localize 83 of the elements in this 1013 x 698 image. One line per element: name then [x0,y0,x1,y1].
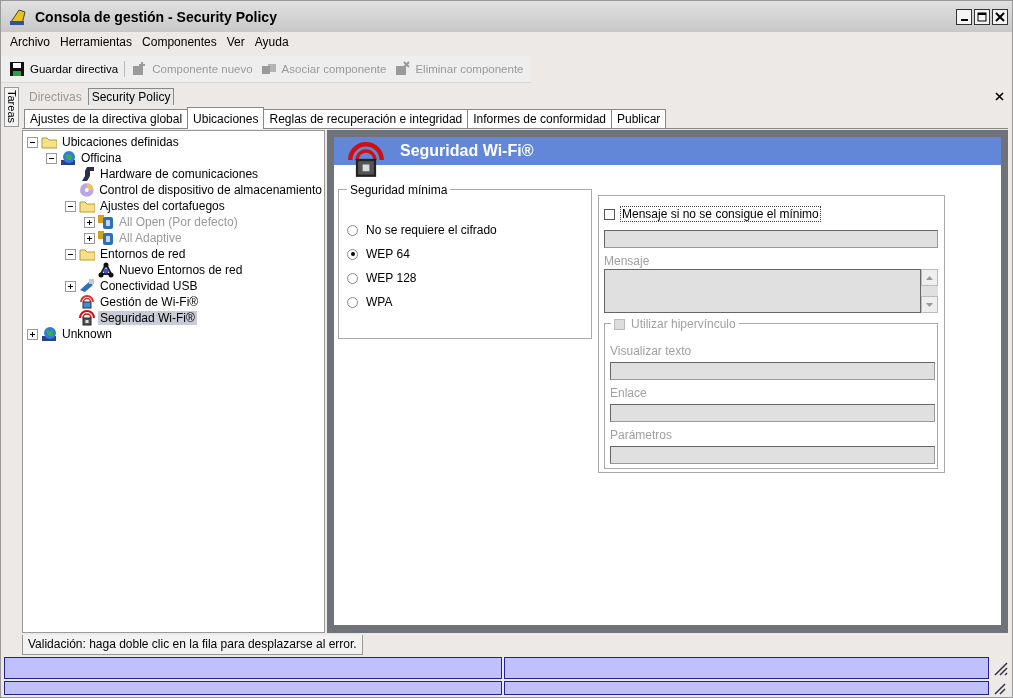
folder-icon [41,134,57,150]
minimize-icon [960,19,968,21]
tree-item[interactable]: Unknown [60,327,115,341]
delete-icon [394,61,411,77]
toolbar-button[interactable]: Guardar directiva [7,61,121,77]
tab[interactable]: Informes de conformidad [467,109,612,128]
tree-item[interactable]: Control de dispositivo de almacenamiento [97,183,324,197]
input-field[interactable] [604,230,938,248]
menu-item[interactable]: Archivo [10,35,50,51]
link-icon [260,61,277,77]
tab[interactable]: Reglas de recuperación e integridad [263,109,469,128]
tree-item[interactable]: Seguridad Wi-Fi® [98,311,197,325]
radio-label: No se requiere el cifrado [366,223,497,237]
network-icon [98,262,114,278]
maximize-icon [977,11,987,22]
checkbox[interactable] [614,318,625,330]
field-label: Enlace [610,386,648,401]
checkbox-label: Mensaje si no se consigue el mínimo [621,207,820,221]
tree-item[interactable]: Conectividad USB [98,279,200,293]
tree-item[interactable]: Nuevo Entornos de red [117,263,245,277]
validation-tab[interactable]: Validación: haga doble clic en la fila para desplazarse al error. [22,635,363,655]
window-title: Consola de gestión - Security Policy [35,8,278,25]
disc-icon [78,182,95,198]
globe-icon [60,150,76,166]
tab[interactable]: Publicar [611,109,667,128]
close-button[interactable] [992,8,1008,25]
wifi-lock-icon [348,142,384,178]
radio-label: WEP 64 [366,247,410,261]
tree-item[interactable]: Ajustes del cortafuegos [98,199,227,213]
usb-icon [79,278,95,294]
collapse-icon[interactable] [27,136,38,148]
group-title: Seguridad mínima [347,183,451,197]
expand-icon[interactable] [27,328,38,340]
input-field[interactable] [610,362,935,380]
menu-item[interactable]: Ayuda [254,35,289,51]
field-label: Mensaje [604,254,651,269]
up-arrow-icon [926,275,933,280]
hardware-icon [79,166,95,182]
globe-icon [41,326,57,342]
collapse-icon[interactable] [65,200,76,212]
field-label: Visualizar texto [610,344,693,359]
tree-item[interactable]: Gestión de Wi-Fi® [98,295,201,309]
new-icon [131,61,148,77]
save-icon [9,61,25,77]
document-tab[interactable]: Security Policy [87,88,175,105]
down-arrow-icon [926,302,933,307]
menu-item[interactable]: Componentes [142,35,217,51]
minimize-button[interactable] [956,8,972,25]
maximize-button[interactable] [974,8,990,25]
message-field[interactable] [604,269,921,313]
radio-button[interactable] [347,296,358,308]
radio-label: WEP 128 [366,271,417,285]
tree-item[interactable]: Officina [79,151,124,165]
firewall-icon [98,230,114,246]
tab[interactable]: Ajustes de la directiva global [24,109,189,128]
firewall-icon [98,214,114,230]
folder-icon [79,198,95,214]
menu-item[interactable]: Herramientas [60,35,133,51]
folder-icon [79,246,95,262]
side-tab[interactable]: Tareas [4,87,19,127]
tree-item[interactable]: Ubicaciones definidas [60,135,181,149]
panel-title: Seguridad Wi-Fi® [400,142,534,160]
radio-button[interactable] [347,224,358,236]
radio-button[interactable] [347,272,358,284]
close-icon[interactable] [995,92,1004,101]
collapse-icon[interactable] [65,248,76,260]
collapse-icon[interactable] [46,152,57,164]
wifi-icon [79,294,95,310]
field-label: Parámetros [610,428,674,443]
radio-button[interactable] [347,248,358,260]
close-icon [995,11,1005,22]
input-field[interactable] [610,446,935,464]
tab[interactable]: Ubicaciones [187,107,265,129]
tree-item[interactable]: Entornos de red [98,247,188,261]
menu-item[interactable]: Ver [226,35,245,51]
tree-item[interactable]: Hardware de comunicaciones [98,167,261,181]
input-field[interactable] [610,404,935,422]
app-icon [9,7,27,26]
radio-label: WPA [366,295,393,309]
checkbox-label: Utilizar hipervínculo [631,317,736,331]
wifi-lock-icon [79,310,95,326]
expand-icon[interactable] [65,280,76,292]
checkbox[interactable] [604,208,615,220]
